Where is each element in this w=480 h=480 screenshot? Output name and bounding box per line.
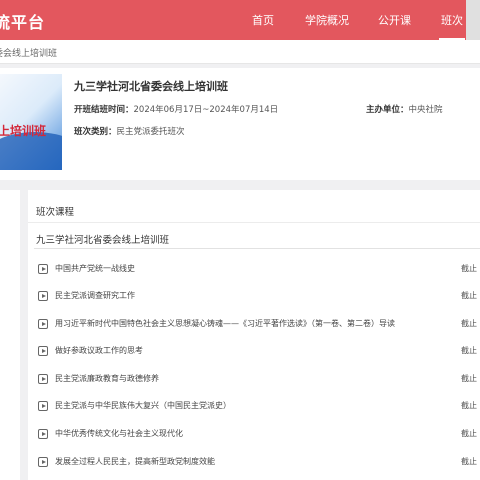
course-time-label: 开班结班时间：: [74, 105, 134, 115]
class-name-divider: [34, 248, 480, 249]
course-time: 开班结班时间：2024年06月17日~2024年07月14日: [74, 103, 278, 115]
course-row[interactable]: 民主党派与中华民族伟大复兴（中国民主党派史） 截止: [38, 399, 480, 413]
video-play-icon: [38, 457, 48, 467]
video-play-icon: [38, 374, 48, 384]
video-play-icon: [38, 346, 48, 356]
course-row[interactable]: 中国共产党统一战线史 截止: [38, 262, 480, 276]
course-row[interactable]: 做好参政议政工作的思考 截止: [38, 344, 480, 358]
video-play-icon: [38, 319, 48, 329]
nav-college-overview[interactable]: 学院概况: [305, 12, 349, 28]
course-row-deadline: 截止: [461, 429, 477, 438]
site-logo-text[interactable]: 流平台: [0, 9, 45, 33]
course-host-value: 中央社院: [408, 105, 443, 115]
course-row-title[interactable]: 民主党派与中华民族伟大复兴（中国民主党派史）: [55, 400, 231, 411]
course-title: 九三学社河北省委会线上培训班: [74, 80, 228, 93]
course-row[interactable]: 中华优秀传统文化与社会主义现代化 截止: [38, 427, 480, 441]
course-row-deadline: 截止: [461, 346, 477, 355]
course-row-deadline: 截止: [461, 291, 477, 300]
video-play-icon: [38, 264, 48, 274]
breadcrumb-current: 委会线上培训班: [0, 49, 58, 59]
course-row-deadline: 截止: [461, 457, 477, 466]
video-play-icon: [38, 291, 48, 301]
course-row[interactable]: 民主党派廉政教育与政德修养 截止: [38, 372, 480, 386]
course-row-deadline: 截止: [461, 374, 477, 383]
course-row-title[interactable]: 民主党派调查研究工作: [55, 290, 135, 301]
course-row-title[interactable]: 中华优秀传统文化与社会主义现代化: [55, 428, 183, 439]
course-row[interactable]: 民主党派调查研究工作 截止: [38, 289, 480, 303]
left-side-panel: [0, 190, 20, 480]
course-row-title[interactable]: 用习近平新时代中国特色社会主义思想凝心铸魂——《习近平著作选读》（第一卷、第二卷…: [55, 318, 395, 329]
course-row[interactable]: 用习近平新时代中国特色社会主义思想凝心铸魂——《习近平著作选读》（第一卷、第二卷…: [38, 317, 480, 331]
course-host: 主办单位：中央社院: [366, 103, 443, 115]
course-time-value: 2024年06月17日~2024年07月14日: [133, 105, 279, 115]
breadcrumb: 委会线上培训班: [0, 40, 480, 64]
course-row-title[interactable]: 中国共产党统一战线史: [55, 263, 135, 274]
course-row-deadline: 截止: [461, 264, 477, 273]
video-play-icon: [38, 401, 48, 411]
course-cover-image[interactable]: 线上培训班: [0, 74, 62, 170]
course-row-title[interactable]: 做好参政议政工作的思考: [55, 345, 143, 356]
video-play-icon: [38, 429, 48, 439]
cover-caption: 线上培训班: [0, 124, 47, 138]
panel-title-divider: [28, 222, 480, 223]
panel-title: 班次课程: [36, 207, 75, 218]
topbar-right-edge: [466, 0, 480, 40]
class-name-tab[interactable]: 九三学社河北省委会线上培训班: [36, 232, 169, 246]
course-row[interactable]: 发展全过程人民民主，提高新型政党制度效能 截止: [38, 455, 480, 469]
nav-open-courses[interactable]: 公开课: [378, 12, 411, 28]
course-row-deadline: 截止: [461, 319, 477, 328]
course-type-value: 民主党派委托班次: [116, 127, 185, 137]
course-row-title[interactable]: 发展全过程人民民主，提高新型政党制度效能: [55, 456, 215, 467]
nav-classes[interactable]: 班次: [439, 12, 465, 40]
course-type-label: 班次类别：: [74, 127, 117, 137]
course-row-title[interactable]: 民主党派廉政教育与政德修养: [55, 373, 159, 384]
course-type: 班次类别：民主党派委托班次: [74, 125, 185, 137]
nav-home[interactable]: 首页: [252, 12, 274, 28]
course-host-label: 主办单位：: [366, 105, 409, 115]
course-info-card: 线上培训班: [0, 68, 480, 180]
top-navigation-bar: 流平台 首页 学院概况 公开课 班次: [0, 0, 480, 40]
course-row-deadline: 截止: [461, 401, 477, 410]
